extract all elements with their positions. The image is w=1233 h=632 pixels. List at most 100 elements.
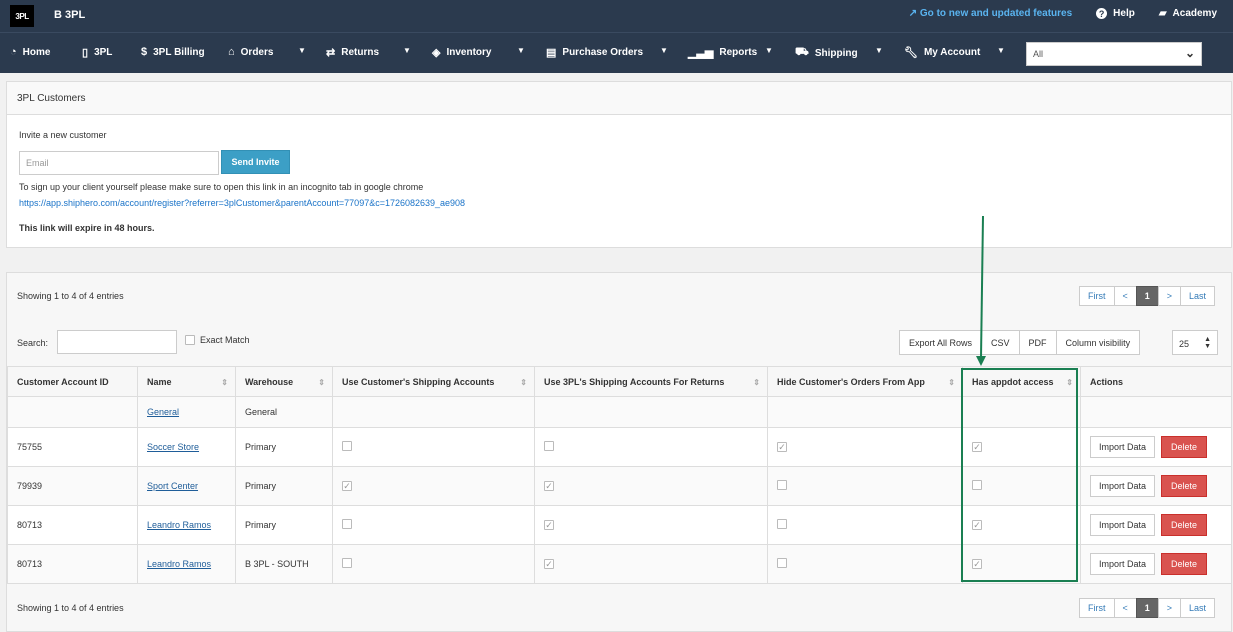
nav-purchase-orders[interactable]: ▤ Purchase Orders xyxy=(546,46,643,59)
chevron-down-icon[interactable]: ▼ xyxy=(298,46,306,55)
cell-warehouse: Primary xyxy=(235,505,333,545)
pager-prev[interactable]: < xyxy=(1113,286,1137,306)
checkbox[interactable]: ✓ xyxy=(972,442,982,453)
nav-3pl-billing[interactable]: $3PL Billing xyxy=(141,46,205,58)
cell-account-id: 80713 xyxy=(7,505,138,545)
signup-link[interactable]: https://app.shiphero.com/account/registe… xyxy=(19,198,465,208)
checkbox[interactable]: ✓ xyxy=(544,520,554,531)
checkbox[interactable]: ✓ xyxy=(972,559,982,570)
cell-hide-orders xyxy=(767,505,963,545)
csv-button[interactable]: CSV xyxy=(981,330,1020,355)
checkbox[interactable]: ✓ xyxy=(544,481,554,492)
pager-last[interactable]: Last xyxy=(1180,286,1216,306)
cell-name: Sport Center xyxy=(137,466,236,506)
nav-returns[interactable]: ⇄ Returns xyxy=(326,46,379,59)
help-link[interactable]: ? Help xyxy=(1096,8,1135,19)
sort-icon: ⇕ xyxy=(221,378,228,387)
academy-link[interactable]: ▰ Academy xyxy=(1159,8,1217,19)
inbox-icon: ⌂ xyxy=(228,46,235,58)
book-icon: ▰ xyxy=(1158,8,1167,19)
column-visibility-button[interactable]: Column visibility xyxy=(1055,330,1141,355)
chevron-down-icon[interactable]: ▼ xyxy=(997,46,1005,55)
checkbox[interactable] xyxy=(342,558,352,568)
import-data-button[interactable]: Import Data xyxy=(1090,553,1156,575)
export-all-button[interactable]: Export All Rows xyxy=(899,330,983,355)
checkbox[interactable]: ✓ xyxy=(342,481,352,492)
nav-inventory[interactable]: ◈ Inventory xyxy=(432,46,491,59)
pager-page[interactable]: 1 xyxy=(1135,598,1159,618)
col-header[interactable]: Hide Customer's Orders From App ⇕ xyxy=(767,366,963,397)
col-header[interactable]: Use 3PL's Shipping Accounts For Returns ⇕ xyxy=(534,366,768,397)
customer-name-link[interactable]: Leandro Ramos xyxy=(147,520,211,530)
pager-first[interactable]: First xyxy=(1079,286,1115,306)
delete-button[interactable]: Delete xyxy=(1161,553,1208,575)
checkbox[interactable] xyxy=(777,519,787,529)
page-length-select[interactable]: 25 ▲ ▼ xyxy=(1172,330,1218,355)
panel-title: 3PL Customers xyxy=(7,82,1231,115)
col-header[interactable]: Has appdot access ⇕ xyxy=(962,366,1081,397)
checkbox[interactable]: ✓ xyxy=(777,442,787,453)
top-right-links: ↗ Go to new and updated features ? Help ▰… xyxy=(909,8,1217,19)
customer-name-link[interactable]: Sport Center xyxy=(147,481,198,491)
checkbox[interactable] xyxy=(342,519,352,529)
pager-last[interactable]: Last xyxy=(1180,598,1216,618)
customer-name-link[interactable]: General xyxy=(147,407,179,417)
exact-match[interactable]: Exact Match xyxy=(185,335,250,345)
tag-icon: ◈ xyxy=(432,47,441,59)
search-input[interactable] xyxy=(57,330,177,354)
chevron-down-icon[interactable]: ▼ xyxy=(765,46,773,55)
col-header: Actions xyxy=(1080,366,1232,397)
customer-name-link[interactable]: Soccer Store xyxy=(147,442,199,452)
delete-button[interactable]: Delete xyxy=(1161,436,1208,458)
pager-next[interactable]: > xyxy=(1157,286,1182,306)
checkbox[interactable] xyxy=(972,480,982,490)
customers-panel: 3PL Customers Invite a new customer Emai… xyxy=(6,81,1232,248)
col-header[interactable]: Warehouse ⇕ xyxy=(235,366,333,397)
checkbox[interactable] xyxy=(777,480,787,490)
nav-3pl[interactable]: ▯ 3PL xyxy=(82,46,112,59)
new-features-link[interactable]: ↗ Go to new and updated features xyxy=(909,8,1072,19)
chevron-down-icon[interactable]: ▼ xyxy=(660,46,668,55)
checkbox[interactable] xyxy=(544,441,554,451)
send-invite-button[interactable]: Send Invite xyxy=(221,150,290,174)
pager-next[interactable]: > xyxy=(1157,598,1182,618)
cell-hide-orders xyxy=(767,466,963,506)
col-header[interactable]: Customer Account ID xyxy=(7,366,138,397)
delete-button[interactable]: Delete xyxy=(1161,475,1208,497)
chevron-down-icon[interactable]: ▼ xyxy=(403,46,411,55)
customer-name-link[interactable]: Leandro Ramos xyxy=(147,559,211,569)
import-data-button[interactable]: Import Data xyxy=(1090,475,1156,497)
nav-home[interactable]: ◔ Home xyxy=(10,46,50,58)
col-header[interactable]: Name ⇕ xyxy=(137,366,236,397)
cell-account-id: 79939 xyxy=(7,466,138,506)
cell-account-id: 80713 xyxy=(7,544,138,584)
checkbox[interactable] xyxy=(342,441,352,451)
nav-orders[interactable]: ⌂ Orders xyxy=(228,46,273,58)
app-logo[interactable]: 3PL xyxy=(10,5,34,27)
pager-prev[interactable]: < xyxy=(1113,598,1137,618)
delete-button[interactable]: Delete xyxy=(1161,514,1208,536)
email-field[interactable]: Email xyxy=(19,151,219,175)
cell-use-customer xyxy=(332,427,535,467)
import-data-button[interactable]: Import Data xyxy=(1090,514,1156,536)
exact-match-checkbox[interactable] xyxy=(185,335,195,345)
checkbox[interactable]: ✓ xyxy=(972,520,982,531)
chevron-down-icon[interactable]: ▼ xyxy=(517,46,525,55)
import-data-button[interactable]: Import Data xyxy=(1090,436,1156,458)
nav-my-account[interactable]: 🔧︎ My Account xyxy=(904,46,980,59)
cell-hide-orders xyxy=(767,544,963,584)
col-header[interactable]: Use Customer's Shipping Accounts ⇕ xyxy=(332,366,535,397)
cell-actions: Import Data Delete xyxy=(1080,466,1232,506)
checkbox[interactable]: ✓ xyxy=(544,559,554,570)
nav-reports[interactable]: ▁▃▅ Reports xyxy=(688,46,757,59)
signup-note: To sign up your client yourself please m… xyxy=(19,182,424,192)
warehouse-select[interactable]: All ⌄ xyxy=(1026,42,1202,66)
pager-page[interactable]: 1 xyxy=(1135,286,1159,306)
chevron-down-icon[interactable]: ▼ xyxy=(875,46,883,55)
signal-icon: ▁▃▅ xyxy=(688,47,714,59)
sort-icon: ⇕ xyxy=(520,378,527,387)
nav-shipping[interactable]: ⛟ Shipping xyxy=(795,46,858,60)
pdf-button[interactable]: PDF xyxy=(1018,330,1057,355)
checkbox[interactable] xyxy=(777,558,787,568)
pager-first[interactable]: First xyxy=(1079,598,1115,618)
